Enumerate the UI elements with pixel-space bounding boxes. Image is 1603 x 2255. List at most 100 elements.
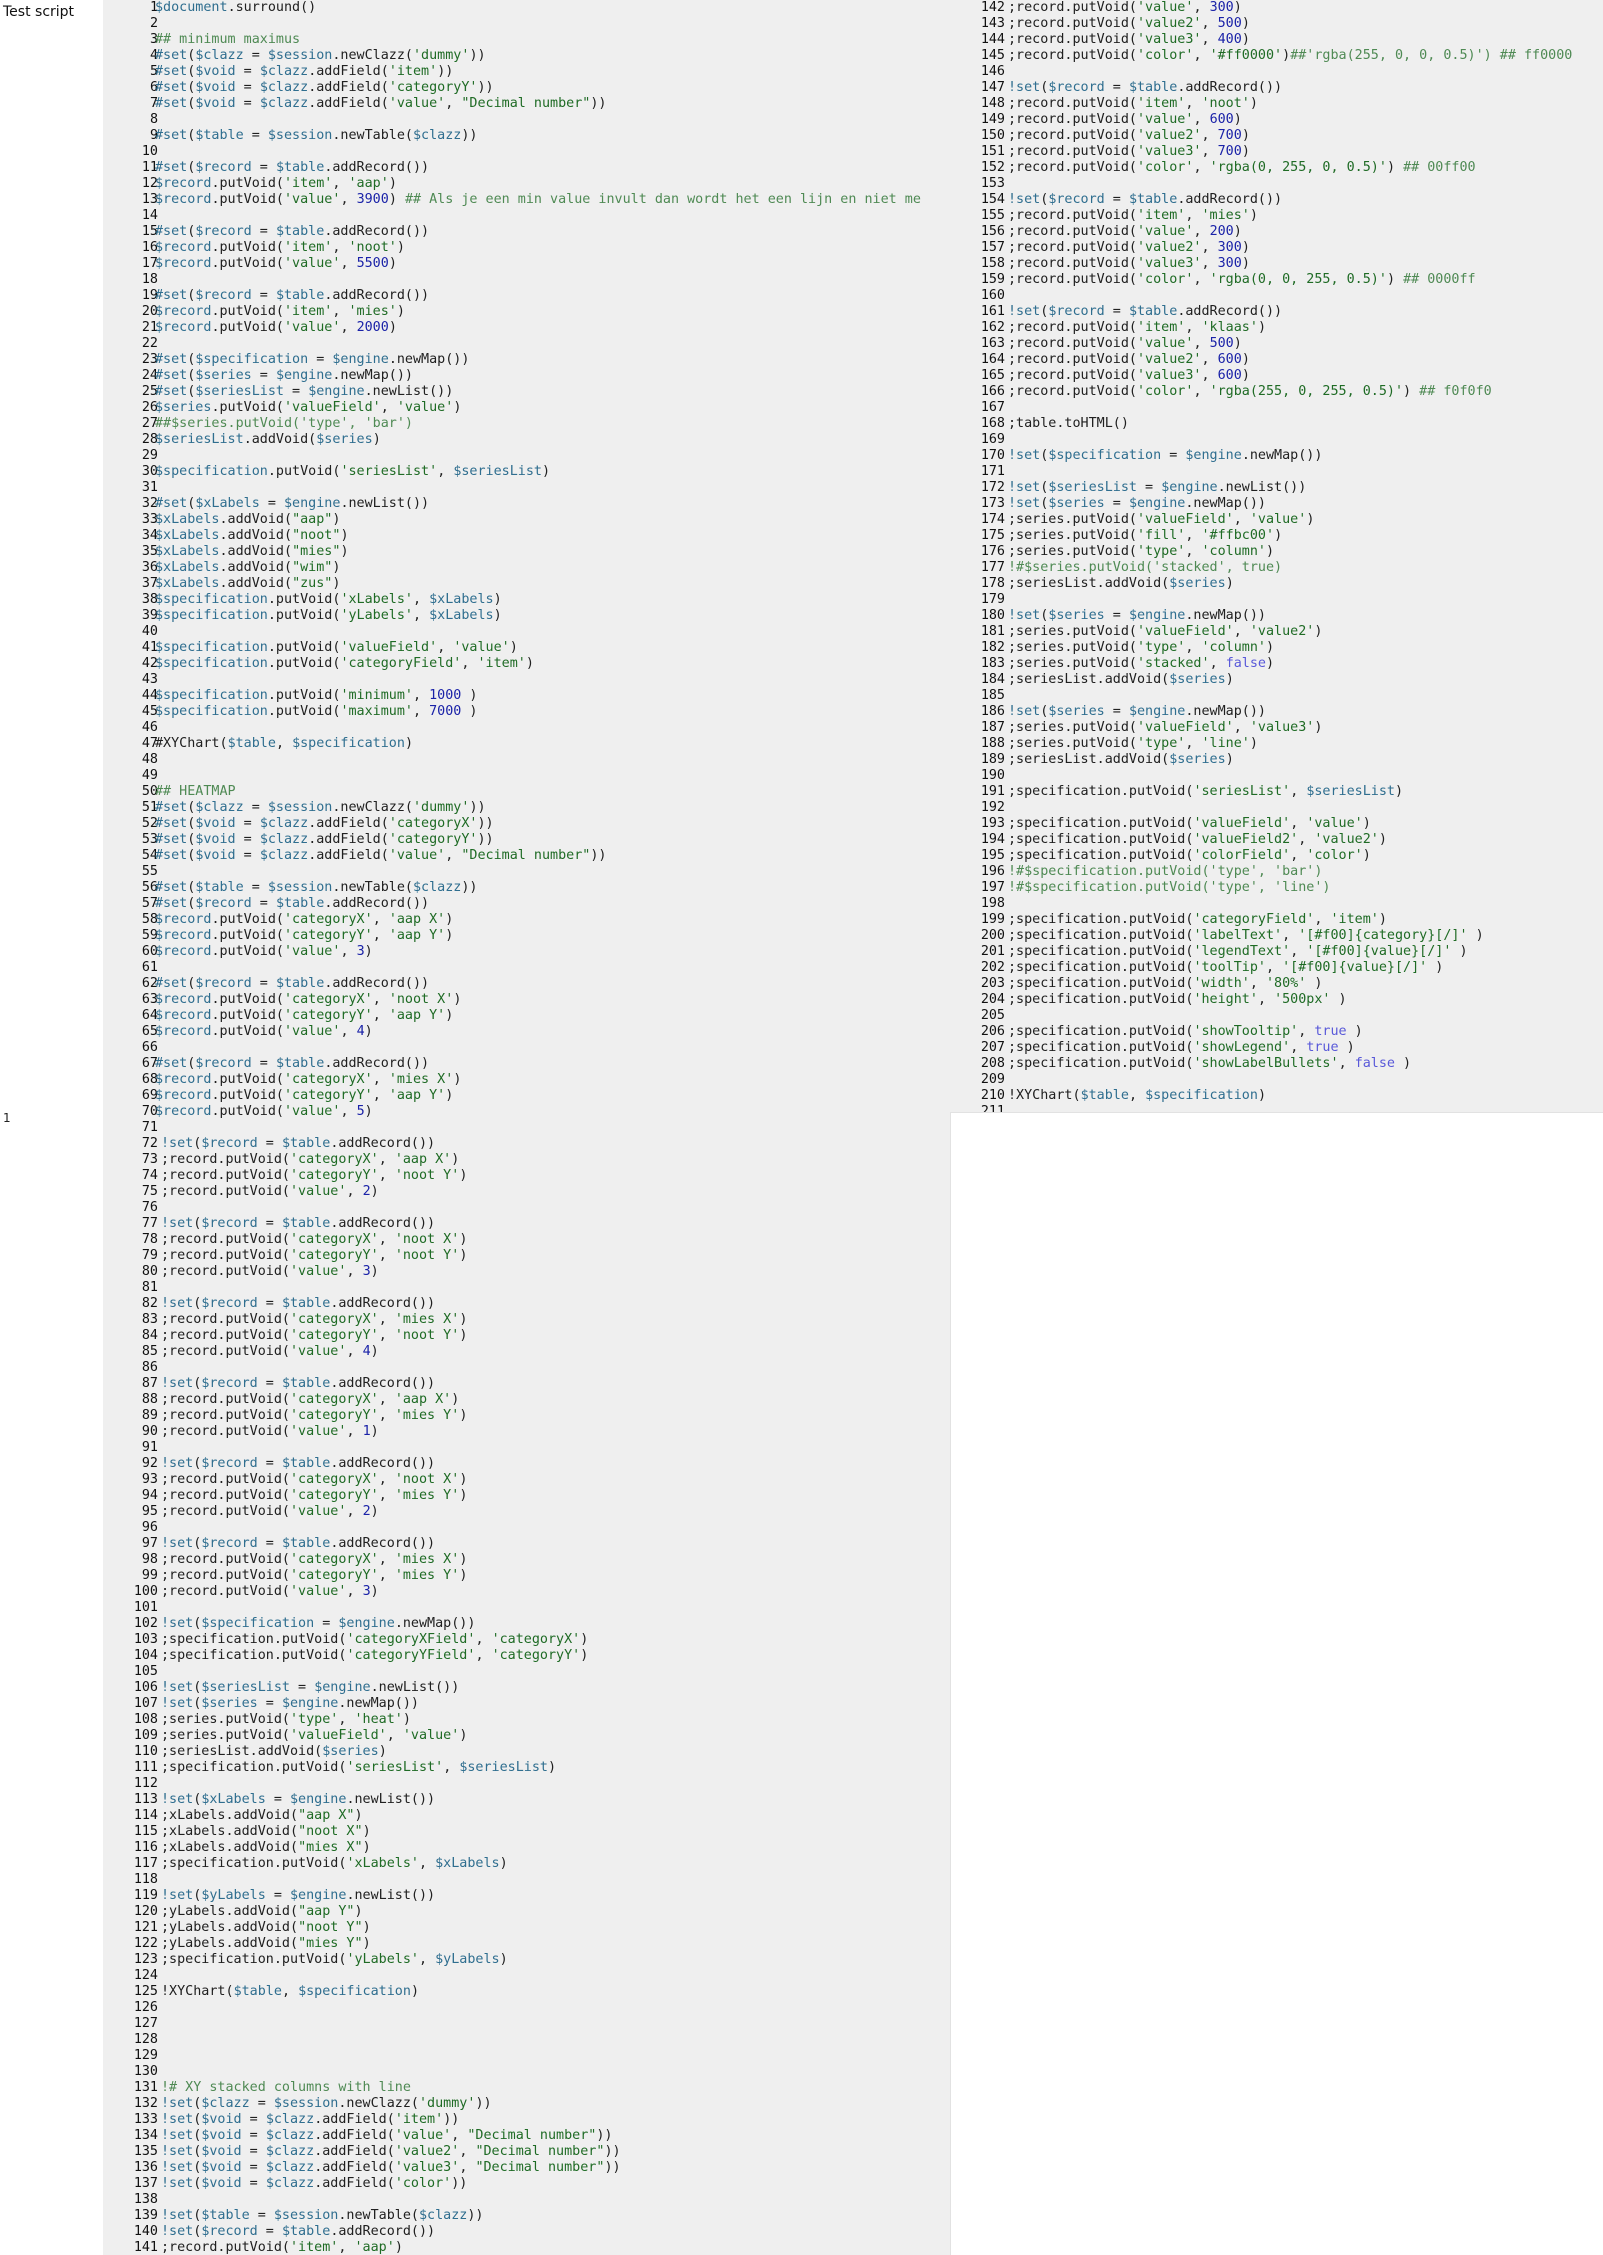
code-line[interactable]: 129 [103, 2048, 950, 2064]
code-line[interactable]: 170 !set($specification = $engine.newMap(… [950, 448, 1603, 464]
code-line[interactable]: 151 ;record.putVoid('value3', 700) [950, 144, 1603, 160]
code-line[interactable]: 127 [103, 2016, 950, 2032]
code-line[interactable]: 103 ;specification.putVoid('categoryXFiel… [103, 1632, 950, 1648]
code-line[interactable]: 92 !set($record = $table.addRecord()) [103, 1456, 950, 1472]
code-line[interactable]: 85 ;record.putVoid('value', 4) [103, 1344, 950, 1360]
code-line[interactable]: 14 [103, 208, 950, 224]
code-line[interactable]: 33 $xLabels.addVoid("aap") [103, 512, 950, 528]
code-line[interactable]: 116 ;xLabels.addVoid("mies X") [103, 1840, 950, 1856]
code-line[interactable]: 3 ## minimum maximus [103, 32, 950, 48]
code-line[interactable]: 69 $record.putVoid('categoryY', 'aap Y') [103, 1088, 950, 1104]
code-line[interactable]: 145 ;record.putVoid('color', '#ff0000')##… [950, 48, 1603, 64]
code-line[interactable]: 152 ;record.putVoid('color', 'rgba(0, 255… [950, 160, 1603, 176]
code-line[interactable]: 183 ;series.putVoid('stacked', false) [950, 656, 1603, 672]
code-line[interactable]: 158 ;record.putVoid('value3', 300) [950, 256, 1603, 272]
code-line[interactable]: 10 [103, 144, 950, 160]
code-line[interactable]: 56 #set($table = $session.newTable($clazz… [103, 880, 950, 896]
code-line[interactable]: 34 $xLabels.addVoid("noot") [103, 528, 950, 544]
code-line[interactable]: 86 [103, 1360, 950, 1376]
code-line[interactable]: 94 ;record.putVoid('categoryY', 'mies Y') [103, 1488, 950, 1504]
code-line[interactable]: 93 ;record.putVoid('categoryX', 'noot X') [103, 1472, 950, 1488]
code-line[interactable]: 165 ;record.putVoid('value3', 600) [950, 368, 1603, 384]
code-line[interactable]: 91 [103, 1440, 950, 1456]
code-line[interactable]: 61 [103, 960, 950, 976]
code-line[interactable]: 97 !set($record = $table.addRecord()) [103, 1536, 950, 1552]
code-line[interactable]: 48 [103, 752, 950, 768]
code-line[interactable]: 187 ;series.putVoid('valueField', 'value3… [950, 720, 1603, 736]
code-line[interactable]: 117 ;specification.putVoid('xLabels', $xL… [103, 1856, 950, 1872]
code-line[interactable]: 22 [103, 336, 950, 352]
code-line[interactable]: 166 ;record.putVoid('color', 'rgba(255, 0… [950, 384, 1603, 400]
code-line[interactable]: 111 ;specification.putVoid('seriesList', … [103, 1760, 950, 1776]
code-line[interactable]: 76 [103, 1200, 950, 1216]
code-line[interactable]: 207 ;specification.putVoid('showLegend', … [950, 1040, 1603, 1056]
code-line[interactable]: 141 ;record.putVoid('item', 'aap') [103, 2240, 950, 2255]
code-line[interactable]: 81 [103, 1280, 950, 1296]
code-line[interactable]: 70 $record.putVoid('value', 5) [103, 1104, 950, 1120]
code-line[interactable]: 175 ;series.putVoid('fill', '#ffbc00') [950, 528, 1603, 544]
code-line[interactable]: 99 ;record.putVoid('categoryY', 'mies Y') [103, 1568, 950, 1584]
code-line[interactable]: 104 ;specification.putVoid('categoryYFiel… [103, 1648, 950, 1664]
code-line[interactable]: 182 ;series.putVoid('type', 'column') [950, 640, 1603, 656]
code-line[interactable]: 108 ;series.putVoid('type', 'heat') [103, 1712, 950, 1728]
code-line[interactable]: 115 ;xLabels.addVoid("noot X") [103, 1824, 950, 1840]
code-line[interactable]: 75 ;record.putVoid('value', 2) [103, 1184, 950, 1200]
code-line[interactable]: 200 ;specification.putVoid('labelText', '… [950, 928, 1603, 944]
code-line[interactable]: 32 #set($xLabels = $engine.newList()) [103, 496, 950, 512]
code-line[interactable]: 74 ;record.putVoid('categoryY', 'noot Y') [103, 1168, 950, 1184]
code-line[interactable]: 30 $specification.putVoid('seriesList', $… [103, 464, 950, 480]
code-line[interactable]: 47 #XYChart($table, $specification) [103, 736, 950, 752]
code-line[interactable]: 50 ## HEATMAP [103, 784, 950, 800]
code-line[interactable]: 189 ;seriesList.addVoid($series) [950, 752, 1603, 768]
code-line[interactable]: 46 [103, 720, 950, 736]
code-line[interactable]: 8 [103, 112, 950, 128]
code-line[interactable]: 6 #set($void = $clazz.addField('categoryY… [103, 80, 950, 96]
code-line[interactable]: 21 $record.putVoid('value', 2000) [103, 320, 950, 336]
code-line[interactable]: 114 ;xLabels.addVoid("aap X") [103, 1808, 950, 1824]
code-line[interactable]: 66 [103, 1040, 950, 1056]
code-line[interactable]: 68 $record.putVoid('categoryX', 'mies X') [103, 1072, 950, 1088]
code-line[interactable]: 134 !set($void = $clazz.addField('value',… [103, 2128, 950, 2144]
code-line[interactable]: 44 $specification.putVoid('minimum', 1000… [103, 688, 950, 704]
code-line[interactable]: 178 ;seriesList.addVoid($series) [950, 576, 1603, 592]
code-line[interactable]: 17 $record.putVoid('value', 5500) [103, 256, 950, 272]
code-line[interactable]: 143 ;record.putVoid('value2', 500) [950, 16, 1603, 32]
code-line[interactable]: 177 !#$series.putVoid('stacked', true) [950, 560, 1603, 576]
code-line[interactable]: 125 !XYChart($table, $specification) [103, 1984, 950, 2000]
code-line[interactable]: 39 $specification.putVoid('yLabels', $xLa… [103, 608, 950, 624]
code-editor-right[interactable]: 142 ;record.putVoid('value', 300) 143 ;reco… [950, 0, 1603, 1113]
code-line[interactable]: 58 $record.putVoid('categoryX', 'aap X') [103, 912, 950, 928]
code-line[interactable]: 167 [950, 400, 1603, 416]
code-line[interactable]: 123 ;specification.putVoid('yLabels', $yL… [103, 1952, 950, 1968]
code-line[interactable]: 67 #set($record = $table.addRecord()) [103, 1056, 950, 1072]
code-line[interactable]: 95 ;record.putVoid('value', 2) [103, 1504, 950, 1520]
code-line[interactable]: 161 !set($record = $table.addRecord()) [950, 304, 1603, 320]
code-line[interactable]: 194 ;specification.putVoid('valueField2',… [950, 832, 1603, 848]
code-line[interactable]: 201 ;specification.putVoid('legendText', … [950, 944, 1603, 960]
code-line[interactable]: 26 $series.putVoid('valueField', 'value') [103, 400, 950, 416]
code-line[interactable]: 7 #set($void = $clazz.addField('value', "… [103, 96, 950, 112]
code-line[interactable]: 106 !set($seriesList = $engine.newList()) [103, 1680, 950, 1696]
code-line[interactable]: 100 ;record.putVoid('value', 3) [103, 1584, 950, 1600]
code-line[interactable]: 159 ;record.putVoid('color', 'rgba(0, 0, … [950, 272, 1603, 288]
code-line[interactable]: 83 ;record.putVoid('categoryX', 'mies X') [103, 1312, 950, 1328]
code-line[interactable]: 196 !#$specification.putVoid('type', 'bar… [950, 864, 1603, 880]
code-line[interactable]: 78 ;record.putVoid('categoryX', 'noot X') [103, 1232, 950, 1248]
code-line[interactable]: 37 $xLabels.addVoid("zus") [103, 576, 950, 592]
code-line[interactable]: 110 ;seriesList.addVoid($series) [103, 1744, 950, 1760]
code-line[interactable]: 118 [103, 1872, 950, 1888]
code-line[interactable]: 142 ;record.putVoid('value', 300) [950, 0, 1603, 16]
code-line[interactable]: 163 ;record.putVoid('value', 500) [950, 336, 1603, 352]
code-line[interactable]: 156 ;record.putVoid('value', 200) [950, 224, 1603, 240]
code-line[interactable]: 43 [103, 672, 950, 688]
code-line[interactable]: 5 #set($void = $clazz.addField('item')) [103, 64, 950, 80]
code-line[interactable]: 133 !set($void = $clazz.addField('item')) [103, 2112, 950, 2128]
code-line[interactable]: 60 $record.putVoid('value', 3) [103, 944, 950, 960]
code-line[interactable]: 9 #set($table = $session.newTable($clazz)… [103, 128, 950, 144]
code-line[interactable]: 132 !set($clazz = $session.newClazz('dumm… [103, 2096, 950, 2112]
code-line[interactable]: 130 [103, 2064, 950, 2080]
code-line[interactable]: 64 $record.putVoid('categoryY', 'aap Y') [103, 1008, 950, 1024]
code-line[interactable]: 168 ;table.toHTML() [950, 416, 1603, 432]
code-line[interactable]: 192 [950, 800, 1603, 816]
code-line[interactable]: 72 !set($record = $table.addRecord()) [103, 1136, 950, 1152]
